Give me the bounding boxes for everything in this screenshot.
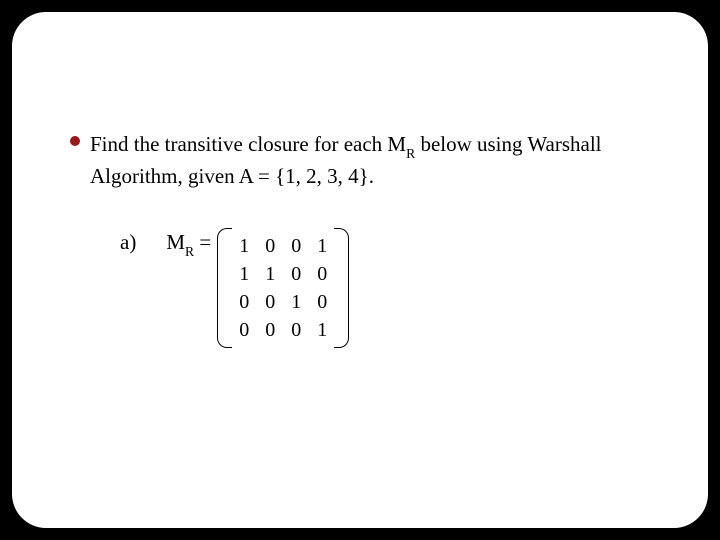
bullet-item: Find the transitive closure for each MR … [90, 130, 668, 190]
problem-subscript: R [406, 146, 415, 161]
matrix-cell: 1 [257, 260, 283, 288]
table-row: 0 0 1 0 [231, 288, 335, 316]
mr-letter: M [166, 230, 185, 254]
slide-card: Find the transitive closure for each MR … [12, 12, 708, 528]
matrix-cell: 1 [231, 232, 257, 260]
matrix-cell: 1 [309, 316, 335, 344]
matrix-cell: 0 [257, 288, 283, 316]
matrix: 1 0 0 1 1 1 0 0 0 0 1 0 0 [231, 232, 335, 344]
problem-statement: Find the transitive closure for each MR … [90, 132, 602, 188]
mr-subscript: R [185, 244, 194, 259]
mr-equals: = [194, 230, 211, 254]
matrix-cell: 0 [257, 232, 283, 260]
matrix-cell: 0 [309, 288, 335, 316]
matrix-brackets: 1 0 0 1 1 1 0 0 0 0 1 0 0 [217, 230, 349, 346]
part-a: a) MR = 1 0 0 1 1 1 0 0 0 0 [120, 230, 349, 346]
matrix-cell: 0 [283, 260, 309, 288]
matrix-cell: 0 [231, 288, 257, 316]
matrix-cell: 1 [231, 260, 257, 288]
slide-content: Find the transitive closure for each MR … [90, 130, 668, 190]
bullet-icon [70, 136, 80, 146]
matrix-cell: 1 [283, 288, 309, 316]
matrix-cell: 0 [257, 316, 283, 344]
matrix-cell: 1 [309, 232, 335, 260]
table-row: 1 0 0 1 [231, 232, 335, 260]
matrix-cell: 0 [231, 316, 257, 344]
matrix-name: MR = [166, 230, 211, 258]
matrix-cell: 0 [283, 232, 309, 260]
part-label: a) [120, 230, 136, 255]
problem-text-part1: Find the transitive closure for each M [90, 132, 406, 156]
table-row: 1 1 0 0 [231, 260, 335, 288]
table-row: 0 0 0 1 [231, 316, 335, 344]
matrix-cell: 0 [309, 260, 335, 288]
matrix-cell: 0 [283, 316, 309, 344]
